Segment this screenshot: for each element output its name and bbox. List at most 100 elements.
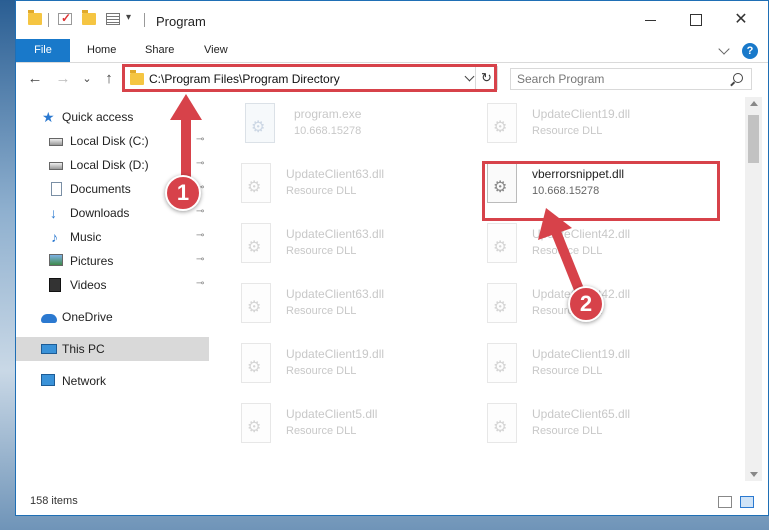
sidebar-item-label: Music [70,230,102,244]
file-detail: 10.668.15278 [294,125,362,137]
file-detail: Resource DLL [286,245,357,257]
help-icon[interactable]: ? [742,43,758,59]
file-detail: Resource DLL [286,305,357,317]
folder-icon [28,10,42,25]
ribbon-tabs: File Home Share View ? [16,39,768,63]
disk-icon [49,138,63,146]
dll-icon: ⚙ [238,283,274,327]
minimize-button[interactable] [636,9,666,31]
properties-icon[interactable] [58,11,72,25]
list-item[interactable]: ⚙ UpdateClient19.dll Resource DLL [484,339,714,395]
callout-badge-1: 1 [165,175,201,211]
sidebar-item-network[interactable]: Network [16,369,209,393]
list-item[interactable]: ⚙ UpdateClient65.dll Resource DLL [484,399,714,455]
sidebar-item-label: This PC [62,342,105,356]
sidebar-item-this-pc[interactable]: This PC [16,337,209,361]
documents-icon [51,182,62,196]
list-item[interactable]: ⚙ UpdateClient42.dll Resource DLL [484,219,714,275]
sidebar-item-local-disk-d[interactable]: Local Disk (D:) ⊸ [16,153,209,177]
dll-icon: ⚙ [238,223,274,267]
computer-icon [41,344,57,354]
title-bar: ▾ Program ✕ [16,1,768,37]
sidebar-item-label: OneDrive [62,310,113,324]
download-icon: ↓ [50,205,57,221]
vertical-scrollbar[interactable] [745,97,762,481]
close-button[interactable]: ✕ [726,9,756,31]
file-name: UpdateClient63.dll [286,287,385,301]
list-item[interactable]: ⚙ UpdateClient63.dll Resource DLL [238,159,468,215]
up-button[interactable]: ↑ [100,71,118,87]
scroll-up-icon[interactable] [750,101,758,106]
sidebar-item-label: Videos [70,278,107,292]
maximize-button[interactable] [680,9,710,31]
dll-icon: ⚙ [238,343,274,387]
search-box[interactable] [510,68,752,90]
callout-badge-2: 2 [568,286,604,322]
tab-home[interactable]: Home [87,39,116,62]
sidebar-item-label: Quick access [62,110,134,124]
list-item[interactable]: ⚙ UpdateClient63.dll Resource DLL [238,279,468,335]
file-explorer-window: ▾ Program ✕ File Home Share View ? ← → ⌄… [15,0,769,516]
file-detail: Resource DLL [532,425,603,437]
sidebar-item-music[interactable]: ♪ Music ⊸ [16,225,209,249]
pin-icon: ⊸ [196,158,205,169]
separator [48,13,49,27]
scroll-thumb[interactable] [748,115,759,163]
dll-icon: ⚙ [484,343,520,387]
list-item[interactable]: ⚙ UpdateClient5.dll Resource DLL [238,399,468,455]
file-detail: Resource DLL [532,245,603,257]
sidebar-item-quick-access[interactable]: ★ Quick access [16,105,209,129]
tab-share[interactable]: Share [145,39,174,62]
sidebar-item-label: Network [62,374,107,388]
pin-icon: ⊸ [196,230,205,241]
sidebar-item-label: Pictures [70,254,114,268]
disk-icon [49,162,63,170]
search-input[interactable] [517,71,717,87]
sidebar-item-local-disk-c[interactable]: Local Disk (C:) ⊸ [16,129,209,153]
sidebar-item-pictures[interactable]: Pictures ⊸ [16,249,209,273]
details-view-icon[interactable] [718,496,732,508]
file-detail: Resource DLL [286,365,357,377]
videos-icon [49,278,61,292]
dll-icon: ⚙ [484,103,520,147]
scroll-down-icon[interactable] [750,472,758,477]
file-name: UpdateClient65.dll [532,407,631,421]
file-name: UpdateClient19.dll [532,107,631,121]
list-item[interactable]: ⚙ program.exe 10.668.15278 [242,99,472,155]
pin-icon: ⊸ [196,206,205,217]
file-name: UpdateClient5.dll [286,407,378,421]
recent-locations-button[interactable]: ⌄ [78,71,96,87]
customize-quick-access-icon[interactable]: ▾ [126,12,131,23]
sidebar-item-label: Documents [70,182,131,196]
file-name: UpdateClient19.dll [532,347,631,361]
network-icon [41,374,55,386]
list-item[interactable]: ⚙ UpdateClient19.dll Resource DLL [484,99,714,155]
dll-icon: ⚙ [484,223,520,267]
pin-icon: ⊸ [196,254,205,265]
file-detail: Resource DLL [286,185,357,197]
rename-icon[interactable] [106,13,120,25]
large-icons-view-icon[interactable] [740,496,754,508]
file-name: UpdateClient63.dll [286,227,385,241]
search-icon[interactable] [733,73,743,83]
file-name: program.exe [294,107,362,121]
pin-icon: ⊸ [196,278,205,289]
sidebar-item-onedrive[interactable]: OneDrive [16,305,209,329]
sidebar-item-label: Downloads [70,206,130,220]
back-button[interactable]: ← [26,71,44,87]
pictures-icon [49,254,63,266]
sidebar-item-videos[interactable]: Videos ⊸ [16,273,209,297]
list-item[interactable]: ⚙ UpdateClient63.dll Resource DLL [238,219,468,275]
tab-view[interactable]: View [204,39,228,62]
forward-button[interactable]: → [54,71,72,87]
file-detail: Resource DLL [286,425,357,437]
new-folder-icon[interactable] [82,10,96,25]
tab-file[interactable]: File [16,39,70,62]
sidebar-item-label: Local Disk (C:) [70,134,149,148]
expand-ribbon-icon[interactable] [718,43,730,55]
item-count: 158 items [30,495,78,507]
file-highlight [482,161,720,221]
exe-icon: ⚙ [242,103,278,147]
music-icon: ♪ [51,229,58,245]
list-item[interactable]: ⚙ UpdateClient19.dll Resource DLL [238,339,468,395]
